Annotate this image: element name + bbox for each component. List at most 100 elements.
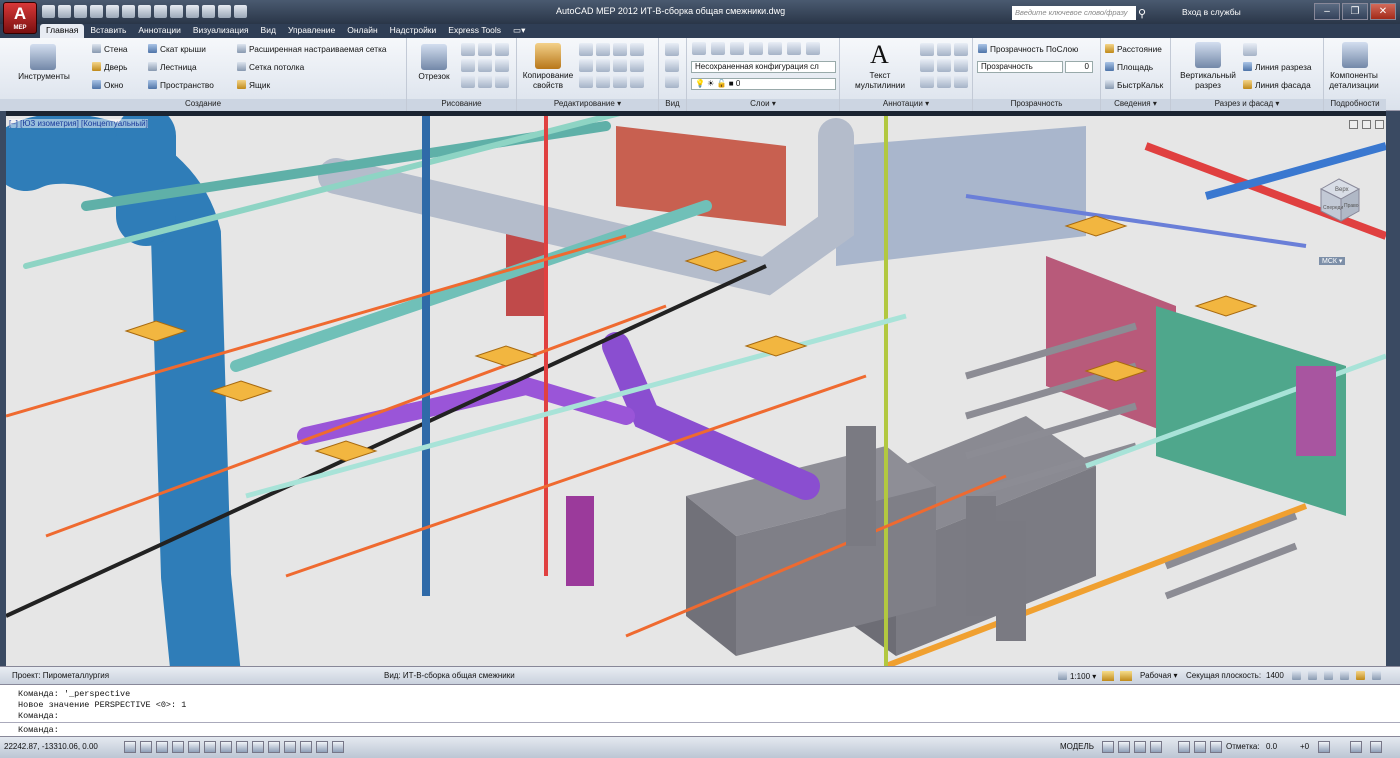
orbit-icon[interactable] [186, 5, 199, 18]
command-input[interactable]: Команда: [0, 722, 1400, 736]
zoom-status-icon[interactable] [1210, 741, 1222, 753]
move-icon[interactable] [579, 43, 593, 56]
binoculars-icon[interactable]: ⚲ [1138, 7, 1146, 20]
redo-icon[interactable] [138, 5, 151, 18]
render-icon[interactable] [218, 5, 231, 18]
workspace-icon[interactable] [202, 5, 215, 18]
model-space-toggle[interactable]: МОДЕЛЬ [1060, 742, 1094, 751]
transparency-toggle-icon[interactable] [284, 741, 296, 753]
table-icon[interactable] [954, 43, 968, 56]
ribbon-minimize-icon[interactable]: ▭▾ [507, 24, 531, 38]
grid-display-icon[interactable] [140, 741, 152, 753]
keynote-icon[interactable] [937, 75, 951, 88]
quick-view-layouts-icon[interactable] [1118, 741, 1130, 753]
maximize-button[interactable]: ❐ [1342, 3, 1368, 20]
revision-icon[interactable] [954, 59, 968, 72]
layout-tab-icon[interactable] [1102, 741, 1114, 753]
point-icon[interactable] [495, 75, 509, 88]
close-button[interactable]: ✕ [1370, 3, 1396, 20]
undo-icon[interactable] [122, 5, 135, 18]
layer-lock-icon[interactable] [768, 42, 782, 55]
panel-title[interactable]: Разрез и фасад ▾ [1171, 99, 1323, 111]
open-file-icon[interactable] [58, 5, 71, 18]
erase-icon[interactable] [630, 75, 644, 88]
window-button[interactable]: Окно [92, 80, 123, 90]
vertical-section-button[interactable]: Вертикальный разрез [1175, 70, 1241, 90]
isolate-status-icon[interactable] [1350, 741, 1362, 753]
layer-freeze-icon[interactable] [749, 42, 763, 55]
application-menu-button[interactable]: A MEP [3, 2, 37, 34]
new-file-icon[interactable] [42, 5, 55, 18]
panel-title[interactable]: Слои ▾ [687, 99, 839, 111]
distance-button[interactable]: Расстояние [1105, 44, 1162, 54]
selection-cycling-icon[interactable] [316, 741, 328, 753]
ellipse-icon[interactable] [495, 59, 509, 72]
line-icon[interactable] [421, 44, 447, 70]
clean-screen-status-icon[interactable] [1370, 741, 1382, 753]
trim-icon[interactable] [613, 43, 627, 56]
viewport-close-icon[interactable] [1375, 120, 1384, 129]
layer-isolate-icon[interactable] [711, 42, 725, 55]
ucs-menu[interactable]: МСК ▾ [1319, 257, 1346, 265]
elevation-value[interactable]: 0.0 [1266, 742, 1277, 751]
space-button[interactable]: Пространство [148, 80, 214, 90]
section-plane-value[interactable]: 1400 [1266, 671, 1284, 680]
rectangle-icon[interactable] [461, 75, 475, 88]
area-button[interactable]: Площадь [1105, 62, 1153, 72]
display-config-icon[interactable] [1340, 671, 1349, 680]
panel-title[interactable]: Прозрачность [973, 99, 1100, 111]
section-line-button[interactable]: Линия разреза [1243, 62, 1312, 72]
notification-icon[interactable] [1356, 671, 1365, 680]
transparency-value-input[interactable]: 0 [1065, 61, 1093, 73]
layer-off-icon[interactable] [730, 42, 744, 55]
roof-slab-button[interactable]: Скат крыши [148, 44, 206, 54]
multiline-text-icon[interactable]: A [870, 40, 889, 70]
clean-screen-icon[interactable] [1372, 671, 1381, 680]
fillet-icon[interactable] [630, 43, 644, 56]
zoom-icon[interactable] [170, 5, 183, 18]
box-button[interactable]: Ящик [237, 80, 270, 90]
lineweight-icon[interactable] [268, 741, 280, 753]
tools-button[interactable]: Инструменты [10, 71, 78, 81]
hide-icon[interactable] [665, 59, 679, 72]
lock-icon[interactable] [1292, 671, 1301, 680]
layer-select[interactable]: 💡 ☀ 🔓 ■ 0 [691, 78, 836, 90]
model-3d-scene[interactable] [6, 116, 1386, 666]
minimize-button[interactable]: – [1314, 3, 1340, 20]
ribbon-tab[interactable]: Визуализация [187, 24, 255, 38]
rotate-icon[interactable] [596, 43, 610, 56]
section-box-icon[interactable] [665, 75, 679, 88]
isolate-icon[interactable] [665, 43, 679, 56]
copy-icon[interactable] [579, 59, 593, 72]
ribbon-tab[interactable]: Онлайн [341, 24, 383, 38]
panel-title[interactable]: Рисование [407, 99, 516, 111]
panel-title[interactable]: Вид [659, 99, 686, 111]
layer-previous-icon[interactable] [806, 42, 820, 55]
pan-icon[interactable] [154, 5, 167, 18]
stair-button[interactable]: Лестница [148, 62, 197, 72]
dimension-icon[interactable] [920, 43, 934, 56]
showmotion-icon[interactable] [1194, 741, 1206, 753]
viewport-restore-icon[interactable] [1362, 120, 1371, 129]
ceiling-grid-button[interactable]: Сетка потолка [237, 62, 304, 72]
panel-title[interactable]: Подробности [1324, 99, 1386, 111]
object-snap-tracking-icon[interactable] [220, 741, 232, 753]
detail-components-icon[interactable] [1342, 42, 1368, 68]
array-icon[interactable] [596, 75, 610, 88]
dynamic-ucs-icon[interactable] [236, 741, 248, 753]
layer-state-select[interactable]: Несохраненная конфигурация сл [691, 61, 836, 73]
customize-qat-icon[interactable] [234, 5, 247, 18]
viewcube[interactable]: Верх Спереди Право [1311, 171, 1366, 231]
panel-title[interactable]: Аннотации ▾ [840, 99, 972, 111]
annotation-visibility-icon[interactable] [1102, 671, 1114, 681]
dynamic-input-icon[interactable] [252, 741, 264, 753]
ribbon-tab[interactable]: Главная [40, 24, 85, 38]
circle-icon[interactable] [461, 59, 475, 72]
match-properties-icon[interactable] [535, 43, 561, 69]
panel-title[interactable]: Создание [0, 99, 406, 111]
tag-icon[interactable] [920, 59, 934, 72]
cursor-coordinates[interactable]: 22242.87, -13310.06, 0.00 [4, 742, 98, 751]
custom-grid-button[interactable]: Расширенная настраиваемая сетка [237, 44, 387, 54]
scale-icon[interactable] [579, 75, 593, 88]
multiline-text-button[interactable]: Текст мультилинии [844, 70, 916, 90]
